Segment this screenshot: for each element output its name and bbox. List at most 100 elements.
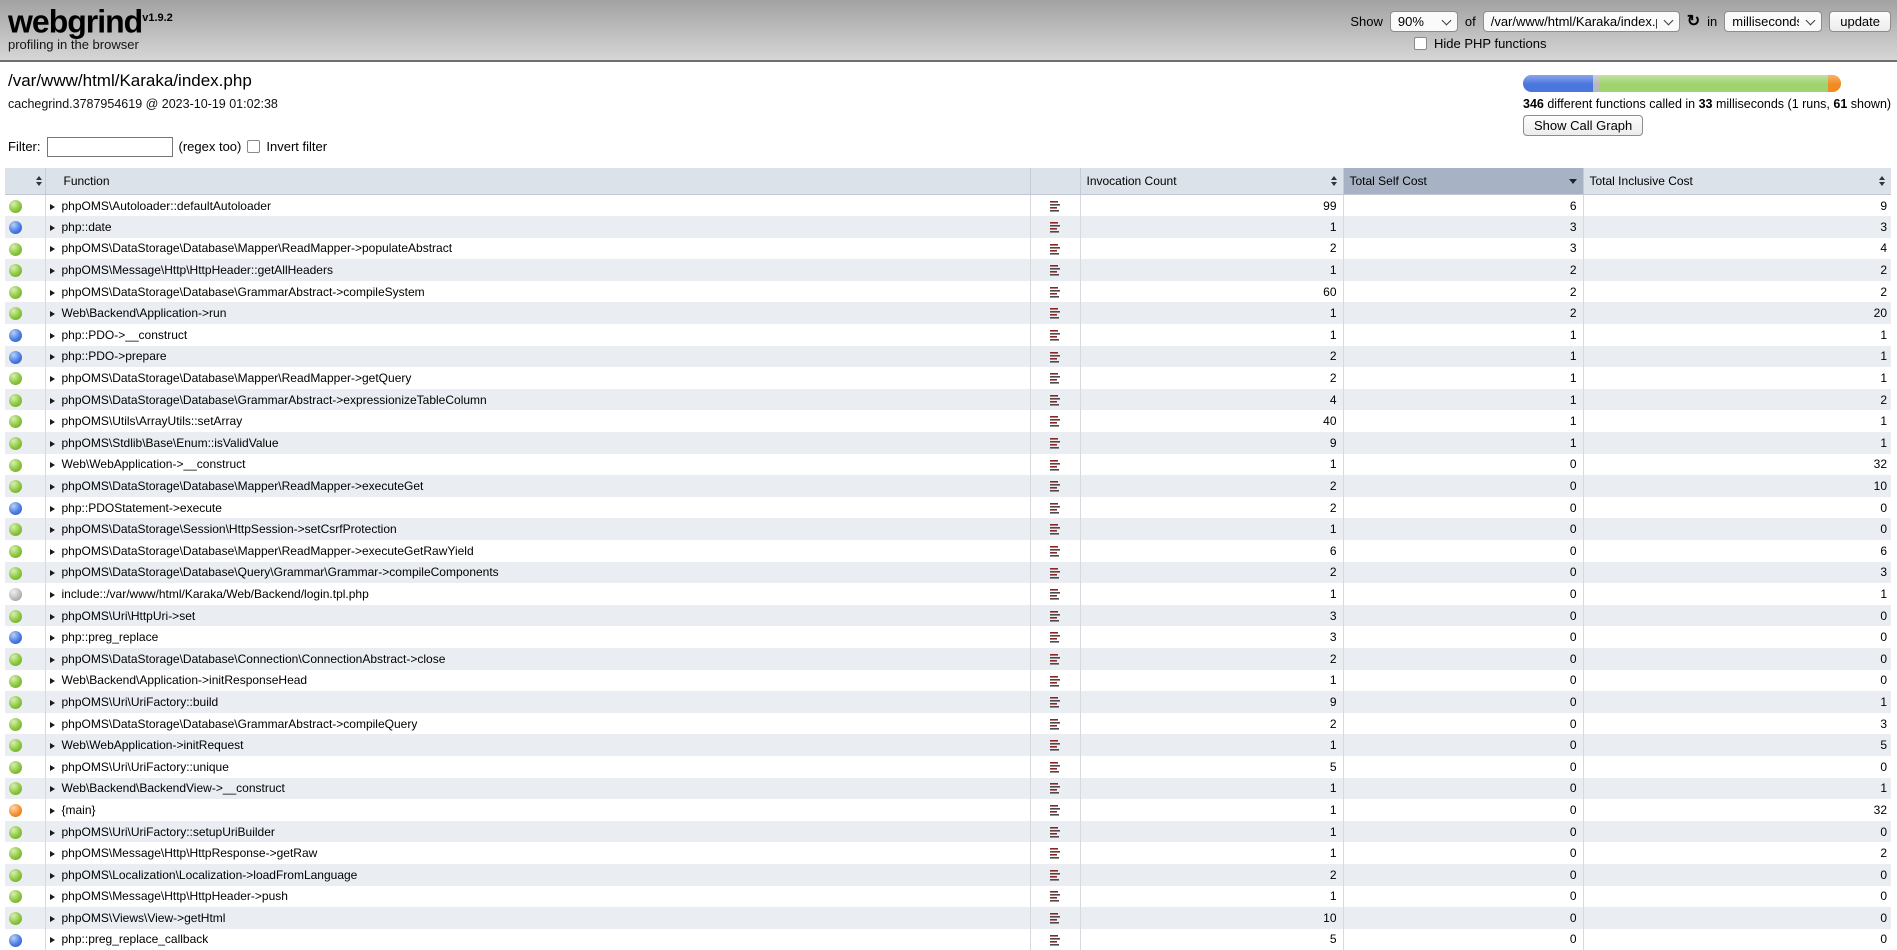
function-name[interactable]: Web\WebApplication->__construct <box>62 457 246 471</box>
view-source-icon[interactable] <box>1050 610 1061 623</box>
view-source-icon[interactable] <box>1050 653 1061 666</box>
view-source-icon[interactable] <box>1050 567 1061 580</box>
table-row[interactable]: Web\WebApplication->__construct 1 0 32 <box>5 454 1891 476</box>
expand-row-icon[interactable] <box>50 851 55 857</box>
view-source-icon[interactable] <box>1050 221 1061 234</box>
expand-row-icon[interactable] <box>50 808 55 814</box>
function-name[interactable]: phpOMS\Message\Http\HttpHeader::getAllHe… <box>62 263 333 277</box>
function-name[interactable]: phpOMS\Views\View->getHtml <box>62 911 226 925</box>
expand-row-icon[interactable] <box>50 484 55 490</box>
table-row[interactable]: phpOMS\DataStorage\Database\Mapper\ReadM… <box>5 475 1891 497</box>
view-source-icon[interactable] <box>1050 804 1061 817</box>
table-row[interactable]: Web\Backend\Application->initResponseHea… <box>5 670 1891 692</box>
view-source-icon[interactable] <box>1050 675 1061 688</box>
table-row[interactable]: phpOMS\DataStorage\Database\Mapper\ReadM… <box>5 238 1891 260</box>
expand-row-icon[interactable] <box>50 570 55 576</box>
table-row[interactable]: phpOMS\DataStorage\Database\Query\Gramma… <box>5 562 1891 584</box>
function-name[interactable]: phpOMS\Localization\Localization->loadFr… <box>62 868 358 882</box>
expand-row-icon[interactable] <box>50 527 55 533</box>
table-row[interactable]: phpOMS\Stdlib\Base\Enum::isValidValue 9 … <box>5 432 1891 454</box>
expand-row-icon[interactable] <box>50 419 55 425</box>
function-name[interactable]: phpOMS\DataStorage\Database\Mapper\ReadM… <box>62 371 412 385</box>
view-source-icon[interactable] <box>1050 351 1061 364</box>
expand-row-icon[interactable] <box>50 678 55 684</box>
view-source-icon[interactable] <box>1050 286 1061 299</box>
function-name[interactable]: phpOMS\Uri\UriFactory::unique <box>62 760 229 774</box>
function-name[interactable]: phpOMS\Uri\HttpUri->set <box>62 609 196 623</box>
view-source-icon[interactable] <box>1050 329 1061 342</box>
expand-row-icon[interactable] <box>50 743 55 749</box>
function-name[interactable]: phpOMS\DataStorage\Session\HttpSession->… <box>62 522 397 536</box>
expand-row-icon[interactable] <box>50 937 55 943</box>
function-name[interactable]: php::PDO->prepare <box>62 349 167 363</box>
view-source-icon[interactable] <box>1050 631 1061 644</box>
view-source-icon[interactable] <box>1050 782 1061 795</box>
expand-row-icon[interactable] <box>50 204 55 210</box>
view-source-icon[interactable] <box>1050 869 1061 882</box>
view-source-icon[interactable] <box>1050 459 1061 472</box>
view-source-icon[interactable] <box>1050 394 1061 407</box>
function-name[interactable]: php::preg_replace_callback <box>62 932 209 946</box>
table-row[interactable]: php::preg_replace_callback 5 0 0 <box>5 929 1891 950</box>
table-row[interactable]: phpOMS\Uri\UriFactory::setupUriBuilder 1… <box>5 821 1891 843</box>
sort-icon[interactable] <box>36 176 42 186</box>
view-source-icon[interactable] <box>1050 826 1061 839</box>
function-name[interactable]: php::date <box>62 220 112 234</box>
table-row[interactable]: phpOMS\DataStorage\Database\GrammarAbstr… <box>5 713 1891 735</box>
table-row[interactable]: phpOMS\Autoloader::defaultAutoloader 99 … <box>5 195 1891 217</box>
function-name[interactable]: php::PDO->__construct <box>62 328 188 342</box>
view-source-icon[interactable] <box>1050 372 1061 385</box>
table-row[interactable]: phpOMS\Uri\HttpUri->set 3 0 0 <box>5 605 1891 627</box>
expand-row-icon[interactable] <box>50 311 55 317</box>
view-source-icon[interactable] <box>1050 696 1061 709</box>
view-source-icon[interactable] <box>1050 502 1061 515</box>
expand-row-icon[interactable] <box>50 549 55 555</box>
table-row[interactable]: phpOMS\DataStorage\Database\GrammarAbstr… <box>5 281 1891 303</box>
table-row[interactable]: phpOMS\DataStorage\Database\GrammarAbstr… <box>5 389 1891 411</box>
table-row[interactable]: include::/var/www/html/Karaka/Web/Backen… <box>5 583 1891 605</box>
table-row[interactable]: Web\Backend\Application->run 1 2 20 <box>5 302 1891 324</box>
table-row[interactable]: phpOMS\DataStorage\Database\Connection\C… <box>5 648 1891 670</box>
column-header-sort[interactable] <box>5 168 45 195</box>
filter-input[interactable] <box>47 137 173 157</box>
function-name[interactable]: phpOMS\DataStorage\Database\Mapper\ReadM… <box>62 241 453 255</box>
view-source-icon[interactable] <box>1050 523 1061 536</box>
expand-row-icon[interactable] <box>50 765 55 771</box>
view-source-icon[interactable] <box>1050 847 1061 860</box>
expand-row-icon[interactable] <box>50 916 55 922</box>
table-row[interactable]: phpOMS\DataStorage\Database\Mapper\ReadM… <box>5 367 1891 389</box>
function-name[interactable]: phpOMS\Autoloader::defaultAutoloader <box>62 199 271 213</box>
expand-row-icon[interactable] <box>50 225 55 231</box>
table-row[interactable]: phpOMS\Uri\UriFactory::unique 5 0 0 <box>5 756 1891 778</box>
function-name[interactable]: phpOMS\DataStorage\Database\GrammarAbstr… <box>62 717 418 731</box>
expand-row-icon[interactable] <box>50 398 55 404</box>
function-name[interactable]: phpOMS\Message\Http\HttpResponse->getRaw <box>62 846 318 860</box>
table-row[interactable]: phpOMS\DataStorage\Session\HttpSession->… <box>5 518 1891 540</box>
table-row[interactable]: php::PDO->__construct 1 1 1 <box>5 324 1891 346</box>
table-row[interactable]: php::PDOStatement->execute 2 0 0 <box>5 497 1891 519</box>
table-row[interactable]: phpOMS\Views\View->getHtml 10 0 0 <box>5 907 1891 929</box>
function-name[interactable]: phpOMS\DataStorage\Database\Mapper\ReadM… <box>62 544 474 558</box>
expand-row-icon[interactable] <box>50 441 55 447</box>
update-button[interactable]: update <box>1829 11 1891 32</box>
hide-php-checkbox[interactable] <box>1414 37 1427 50</box>
expand-row-icon[interactable] <box>50 354 55 360</box>
unit-select[interactable]: milliseconds <box>1724 11 1822 32</box>
expand-row-icon[interactable] <box>50 700 55 706</box>
function-name[interactable]: php::PDOStatement->execute <box>62 501 222 515</box>
function-name[interactable]: {main} <box>62 803 96 817</box>
expand-row-icon[interactable] <box>50 376 55 382</box>
view-source-icon[interactable] <box>1050 200 1061 213</box>
sort-icon[interactable] <box>1331 176 1337 186</box>
expand-row-icon[interactable] <box>50 657 55 663</box>
table-row[interactable]: {main} 1 0 32 <box>5 799 1891 821</box>
function-name[interactable]: Web\Backend\Application->run <box>62 306 227 320</box>
expand-row-icon[interactable] <box>50 786 55 792</box>
table-row[interactable]: php::PDO->prepare 2 1 1 <box>5 346 1891 368</box>
table-row[interactable]: Web\Backend\BackendView->__construct 1 0… <box>5 778 1891 800</box>
view-source-icon[interactable] <box>1050 739 1061 752</box>
view-source-icon[interactable] <box>1050 415 1061 428</box>
view-source-icon[interactable] <box>1050 890 1061 903</box>
view-source-icon[interactable] <box>1050 307 1061 320</box>
table-row[interactable]: phpOMS\Message\Http\HttpResponse->getRaw… <box>5 842 1891 864</box>
